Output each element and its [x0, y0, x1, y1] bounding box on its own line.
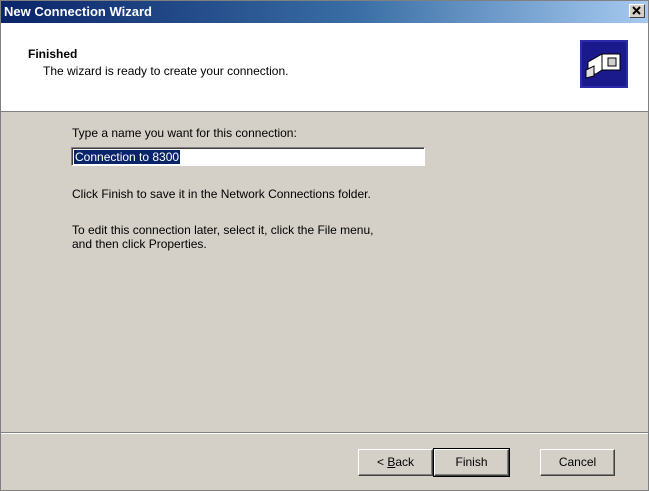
wizard-window: New Connection Wizard Finished The wizar… [0, 0, 649, 491]
header-subtitle: The wizard is ready to create your conne… [43, 64, 289, 78]
save-info-text: Click Finish to save it in the Network C… [72, 187, 371, 201]
connection-name-input[interactable]: Connection to 8300 [71, 147, 425, 166]
close-button[interactable] [629, 4, 645, 18]
back-button[interactable]: < Back [358, 449, 433, 476]
wizard-header: Finished The wizard is ready to create y… [1, 23, 648, 112]
back-prefix: < [376, 455, 388, 469]
cancel-button[interactable]: Cancel [540, 449, 615, 476]
title-bar[interactable]: New Connection Wizard [1, 1, 648, 23]
window-title: New Connection Wizard [4, 4, 152, 19]
header-title: Finished [28, 47, 78, 61]
network-connection-icon [580, 40, 628, 88]
edit-info-line-1: To edit this connection later, select it… [72, 223, 374, 237]
back-label-rest: ack [395, 455, 415, 469]
connection-name-value[interactable]: Connection to 8300 [74, 150, 181, 164]
button-separator [1, 432, 648, 434]
edit-info-line-2: and then click Properties. [72, 237, 207, 251]
finish-button[interactable]: Finish [433, 448, 510, 477]
name-prompt-label: Type a name you want for this connection… [72, 126, 297, 140]
close-icon [632, 6, 641, 15]
